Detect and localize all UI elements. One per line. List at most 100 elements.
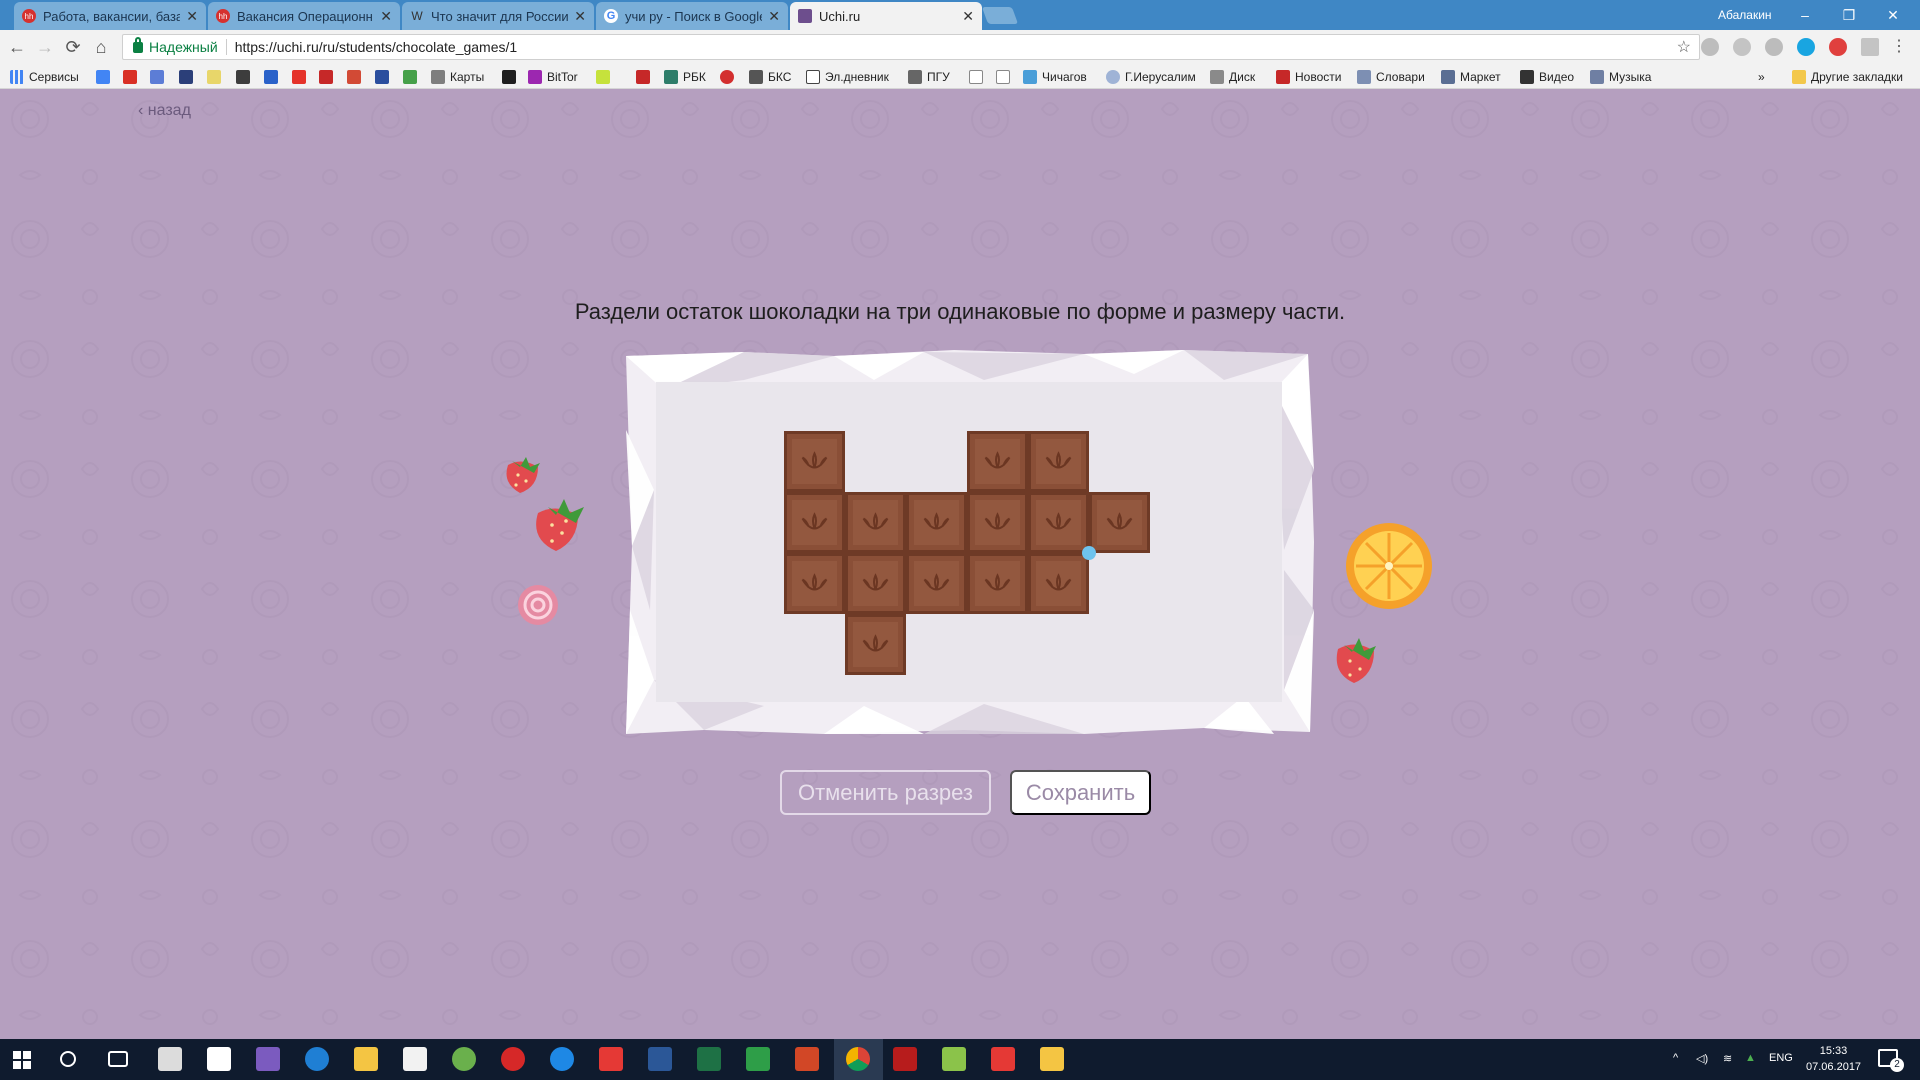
minimize-button[interactable]: – [1785,4,1825,26]
bookmark-jerusalem[interactable]: Г.Иерусалим [1106,68,1196,86]
tab-uchi[interactable]: Uchi.ru ✕ [790,2,982,30]
chocolate-piece[interactable] [1028,492,1089,553]
reload-icon[interactable]: ⟳ [62,36,84,58]
extension-icon[interactable] [1861,38,1879,56]
gmail-icon[interactable] [123,70,137,84]
chrome-taskbar-button[interactable] [834,1039,883,1080]
store-icon[interactable] [403,1047,427,1071]
tab-hh-jobs[interactable]: hh Работа, вакансии, база ✕ [14,2,206,30]
yandex-icon[interactable] [292,70,306,84]
home-icon[interactable]: ⌂ [90,36,112,58]
url-text[interactable]: https://uchi.ru/ru/students/chocolate_ga… [235,39,518,55]
bookmark-icon[interactable] [236,70,250,84]
chocolate-piece[interactable] [845,553,906,614]
home-icon[interactable] [207,1047,231,1071]
cancel-cut-button[interactable]: Отменить разрез [780,770,991,815]
calculator-icon[interactable] [158,1047,182,1071]
chevron-up-icon[interactable]: ^ [1673,1052,1678,1064]
bookmark-chichagov[interactable]: Чичагов [1023,68,1087,86]
bookmark-star-icon[interactable]: ☆ [1677,37,1691,57]
search-icon[interactable] [60,1051,76,1067]
chocolate-piece[interactable] [906,492,967,553]
bookmark-video[interactable]: Видео [1520,68,1574,86]
profile-name[interactable]: Абалакин [1718,8,1772,22]
windows-start-icon[interactable] [13,1051,31,1069]
chocolate-piece[interactable] [784,431,845,492]
bookmark-icon[interactable] [502,70,516,84]
globe-icon[interactable] [452,1047,476,1071]
app-icon[interactable] [1040,1047,1064,1071]
bookmark-icon[interactable] [207,70,221,84]
extension-icon[interactable] [1765,38,1783,56]
acrobat-reader-icon[interactable] [893,1047,917,1071]
bookmark-icon[interactable] [347,70,361,84]
app-icon[interactable] [991,1047,1015,1071]
bookmark-disk[interactable]: Диск [1210,68,1255,86]
adblock-icon[interactable] [1829,38,1847,56]
drive-icon[interactable]: ▲ [1745,1052,1756,1064]
notification-center-icon[interactable]: 2 [1878,1049,1904,1072]
app-icon[interactable] [256,1047,280,1071]
close-icon[interactable]: ✕ [962,8,974,25]
powerpoint-icon[interactable] [795,1047,819,1071]
other-bookmarks[interactable]: Другие закладки [1792,68,1903,86]
close-icon[interactable]: ✕ [186,8,198,25]
chocolate-piece[interactable] [967,553,1028,614]
volume-icon[interactable]: ◁) [1696,1052,1708,1065]
task-view-icon[interactable] [108,1051,128,1067]
bookmarks-overflow-button[interactable]: » [1758,68,1765,86]
save-button[interactable]: Сохранить [1010,770,1151,815]
bookmark-news[interactable]: Новости [1276,68,1341,86]
bookmark-bks[interactable]: БКС [749,68,791,86]
bookmark-maps[interactable]: Карты [431,68,484,86]
bookmark-icon[interactable] [150,70,164,84]
internet-explorer-icon[interactable] [550,1047,574,1071]
bookmark-pgu[interactable]: ПГУ [908,68,950,86]
bookmark-music[interactable]: Музыка [1590,68,1651,86]
close-window-button[interactable]: ✕ [1873,4,1913,26]
bookmark-icon[interactable] [636,70,650,84]
app-icon[interactable] [942,1047,966,1071]
chocolate-piece[interactable] [845,614,906,675]
opera-icon[interactable] [501,1047,525,1071]
bookmark-eldnevnik[interactable]: Эл.дневник [806,68,889,86]
excel-icon[interactable] [697,1047,721,1071]
bookmark-icon[interactable] [375,70,389,84]
chocolate-piece[interactable] [784,492,845,553]
address-bar[interactable]: Надежный https://uchi.ru/ru/students/cho… [122,34,1700,60]
google-icon[interactable] [96,70,110,84]
clock[interactable]: 15:33 07.06.2017 [1806,1043,1861,1075]
hh-icon[interactable] [720,70,734,84]
chocolate-piece[interactable] [967,431,1028,492]
cloud-extension-icon[interactable] [1701,38,1719,56]
bookmark-icon[interactable] [403,70,417,84]
tab-hh-vacancy[interactable]: hh Вакансия Операционн ✕ [208,2,400,30]
tab-wikipedia[interactable]: W Что значит для России ✕ [402,2,594,30]
bookmark-dictionaries[interactable]: Словари [1357,68,1425,86]
chocolate-piece[interactable] [906,553,967,614]
project-icon[interactable] [746,1047,770,1071]
language-indicator[interactable]: ENG [1769,1052,1793,1064]
cut-point-marker[interactable] [1082,546,1096,560]
bookmark-icon[interactable] [319,70,333,84]
bookmark-icon[interactable] [264,70,278,84]
extension-icon[interactable] [1733,38,1751,56]
bookmark-icon[interactable] [596,70,610,84]
forward-arrow-icon[interactable]: → [34,36,56,58]
close-icon[interactable]: ✕ [380,8,392,25]
chocolate-piece[interactable] [967,492,1028,553]
menu-icon[interactable]: ⋮ [1888,36,1910,58]
back-link[interactable]: ‹ назад [138,102,191,120]
restore-button[interactable]: ❐ [1829,4,1869,26]
edge-icon[interactable] [305,1047,329,1071]
new-tab-button[interactable] [981,7,1019,24]
bookmark-icon[interactable] [179,70,193,84]
bookmark-bittor[interactable]: BitTor [528,68,578,86]
skype-icon[interactable] [1797,38,1815,56]
file-explorer-icon[interactable] [354,1047,378,1071]
chocolate-piece[interactable] [784,553,845,614]
bookmark-rbc[interactable]: РБК [664,68,706,86]
word-icon[interactable] [648,1047,672,1071]
back-arrow-icon[interactable]: ← [6,36,28,58]
bookmark-services[interactable]: Сервисы [10,68,79,86]
